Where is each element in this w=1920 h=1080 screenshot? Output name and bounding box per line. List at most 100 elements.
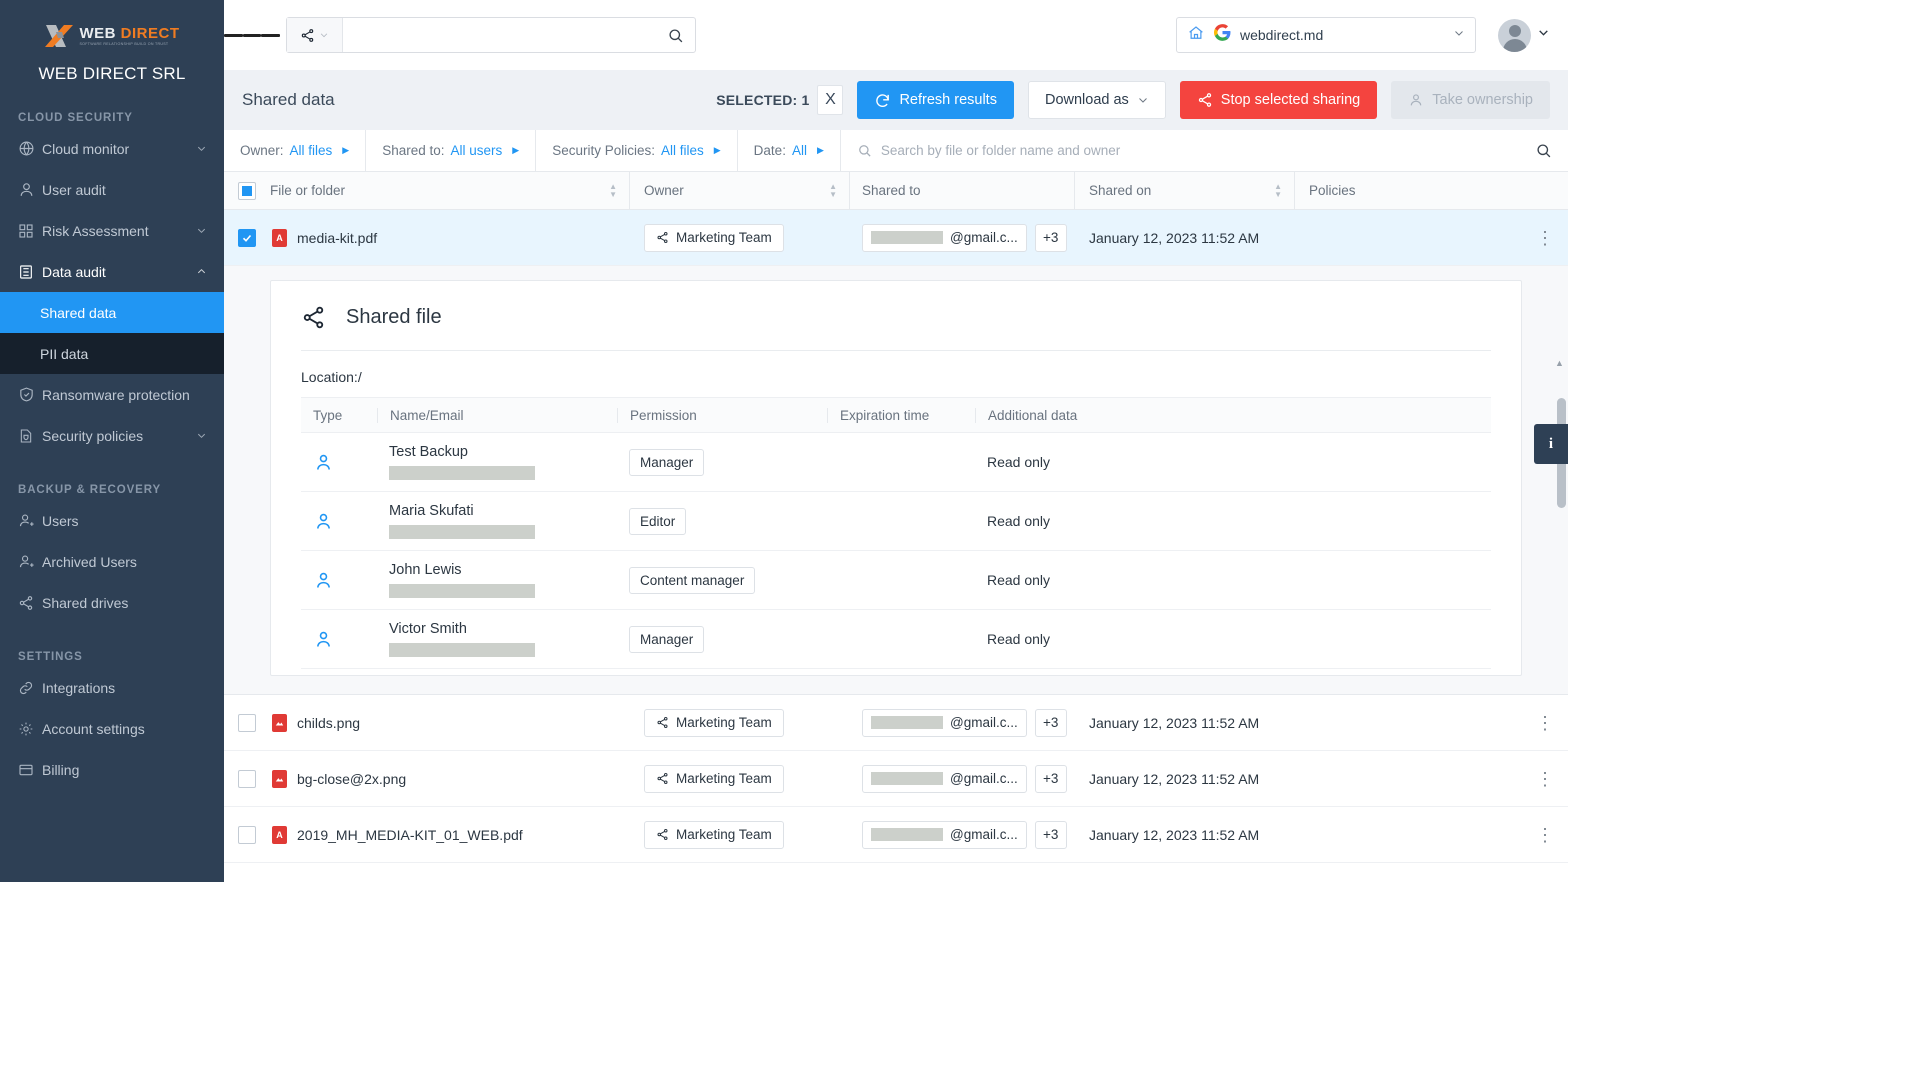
table-row[interactable]: A media-kit.pdf Marketing Team @gmail.c.… <box>224 210 1568 266</box>
redacted-email-bar <box>389 584 535 598</box>
search-type-dropdown[interactable] <box>287 18 343 52</box>
permission-pill[interactable]: Content manager <box>629 566 756 594</box>
permission-pill[interactable]: Manager <box>629 448 705 476</box>
tenant-selector[interactable]: webdirect.md <box>1176 17 1476 53</box>
filter-date-label: Date: <box>753 143 786 158</box>
table-header: File or folder ▲ ▼ Owner ▲ ▼ Shared to Sha… <box>224 172 1568 210</box>
sidebar-item-archived-users[interactable]: Archived Users <box>0 541 224 582</box>
table-row[interactable]: A 2019_MH_MEDIA-KIT_01_WEB.pdf Marketing… <box>224 807 1568 863</box>
shared-to-chip[interactable]: @gmail.c... <box>862 223 1027 252</box>
user-icon <box>18 181 42 198</box>
sidebar-item-ransomware-protection[interactable]: Ransomware protection <box>0 374 224 415</box>
globe-icon <box>18 140 42 157</box>
sidebar-item-integrations[interactable]: Integrations <box>0 667 224 708</box>
sidebar-item-users[interactable]: Users <box>0 500 224 541</box>
refresh-results-button[interactable]: Refresh results <box>857 81 1014 119</box>
detail-row-type <box>301 452 377 473</box>
sidebar-item-account-settings[interactable]: Account settings <box>0 708 224 749</box>
sidebar-item-shared-drives[interactable]: Shared drives <box>0 582 224 623</box>
scroll-up-arrow-icon[interactable]: ▲ <box>1554 358 1565 368</box>
shared-to-more-chip[interactable]: +3 <box>1034 820 1067 849</box>
row-kebab-menu-icon[interactable]: ⋮ <box>1536 770 1554 788</box>
sidebar-item-risk-assessment[interactable]: Risk Assessment <box>0 210 224 251</box>
sort-icon[interactable]: ▲ ▼ <box>1274 182 1282 199</box>
row-file-name-cell[interactable]: A 2019_MH_MEDIA-KIT_01_WEB.pdf <box>270 825 630 844</box>
share-icon <box>303 306 324 329</box>
row-kebab-menu-icon[interactable]: ⋮ <box>1536 826 1554 844</box>
table-row[interactable]: bg-close@2x.png Marketing Team @gmail.c.… <box>224 751 1568 807</box>
owner-chip[interactable]: Marketing Team <box>644 708 784 737</box>
permission-pill[interactable]: Manager <box>629 625 705 653</box>
shared-to-chip[interactable]: @gmail.c... <box>862 764 1027 793</box>
header-shared-on[interactable]: Shared on ▲ ▼ <box>1075 172 1295 209</box>
shared-to-more-chip[interactable]: +3 <box>1034 223 1067 252</box>
detail-row-name-email: Victor Smith <box>377 621 617 657</box>
search-submit-icon <box>1537 144 1551 158</box>
png-file-icon <box>272 713 287 732</box>
search-input[interactable] <box>343 18 655 52</box>
sidebar-item-data-audit[interactable]: Data audit <box>0 251 224 292</box>
search-icon[interactable] <box>655 27 695 44</box>
info-side-tab[interactable]: i <box>1534 424 1568 464</box>
sidebar-item-label: Security policies <box>42 427 144 444</box>
sidebar-item-cloud-monitor[interactable]: Cloud monitor <box>0 128 224 169</box>
brand-logo[interactable]: WEB DIRECT SOFTWARE RELATIONSHIP BUILD O… <box>0 0 224 50</box>
row-checkbox[interactable] <box>238 825 256 844</box>
shared-to-more-chip[interactable]: +3 <box>1034 708 1067 737</box>
permission-pill[interactable]: Editor <box>629 507 687 535</box>
sidebar-item-pii-data[interactable]: PII data <box>0 333 224 374</box>
filter-security-policies[interactable]: Security Policies: All files ▶ <box>536 130 738 171</box>
sort-icon[interactable]: ▲ ▼ <box>609 182 617 199</box>
header-file-or-folder[interactable]: File or folder ▲ ▼ <box>270 172 630 209</box>
detail-title: Shared file <box>346 306 442 328</box>
shared-to-chip[interactable]: @gmail.c... <box>862 820 1027 849</box>
detail-card: Shared file Location:/ Type Name/Email P… <box>270 280 1522 676</box>
sort-icon[interactable]: ▲ ▼ <box>829 182 837 199</box>
row-file-name-cell[interactable]: childs.png <box>270 713 630 732</box>
row-file-name-cell[interactable]: A media-kit.pdf <box>270 228 630 247</box>
take-ownership-button[interactable]: Take ownership <box>1391 81 1550 119</box>
table-row[interactable]: childs.png Marketing Team @gmail.c... +3… <box>224 695 1568 751</box>
filter-date[interactable]: Date: All ▶ <box>738 130 841 171</box>
chevron-down-icon[interactable] <box>1453 26 1465 44</box>
chevron-down-icon[interactable] <box>1537 26 1550 44</box>
filter-shared-to[interactable]: Shared to: All users ▶ <box>366 130 537 171</box>
detail-divider <box>301 350 1491 351</box>
shared-to-domain: @gmail.c... <box>950 827 1018 842</box>
sidebar-item-user-audit[interactable]: User audit <box>0 169 224 210</box>
shared-to-more-chip[interactable]: +3 <box>1034 764 1067 793</box>
owner-chip[interactable]: Marketing Team <box>644 820 784 849</box>
grid-icon <box>18 223 42 239</box>
sidebar-item-security-policies[interactable]: Security policies <box>0 415 224 456</box>
row-checkbox[interactable] <box>238 713 256 732</box>
clear-selection-button[interactable]: X <box>817 85 844 115</box>
gear-icon <box>18 721 42 737</box>
owner-chip[interactable]: Marketing Team <box>644 764 784 793</box>
hamburger-icon[interactable] <box>224 31 281 40</box>
row-file-name-cell[interactable]: bg-close@2x.png <box>270 769 630 788</box>
stop-selected-sharing-button[interactable]: Stop selected sharing <box>1179 81 1378 119</box>
row-kebab-menu-icon[interactable]: ⋮ <box>1536 229 1554 247</box>
shared-to-chip[interactable]: @gmail.c... <box>862 708 1027 737</box>
row-kebab-menu-icon[interactable]: ⋮ <box>1536 714 1554 732</box>
user-menu[interactable] <box>1498 18 1550 52</box>
select-all-checkbox[interactable] <box>238 181 256 200</box>
redacted-email-bar <box>871 716 943 729</box>
share-icon <box>301 28 314 42</box>
row-checkbox[interactable] <box>238 228 256 247</box>
sidebar-item-shared-data[interactable]: Shared data <box>0 292 224 333</box>
header-owner[interactable]: Owner ▲ ▼ <box>630 172 850 209</box>
sidebar-item-billing[interactable]: Billing <box>0 749 224 790</box>
filter-owner[interactable]: Owner: All files ▶ <box>224 130 367 171</box>
shared-file-detail-panel: Shared file Location:/ Type Name/Email P… <box>224 266 1568 695</box>
row-file-name: media-kit.pdf <box>297 229 378 246</box>
filter-search-input[interactable] <box>880 143 1535 158</box>
chevron-down-icon <box>196 225 210 236</box>
detail-row-additional: Read only <box>987 454 1051 470</box>
row-checkbox[interactable] <box>238 769 256 788</box>
row-policies-cell <box>1295 210 1522 265</box>
owner-chip[interactable]: Marketing Team <box>644 223 784 252</box>
row-file-name: childs.png <box>297 714 361 731</box>
sidebar-subitem-label: PII data <box>40 345 89 362</box>
download-as-button[interactable]: Download as <box>1027 81 1166 119</box>
